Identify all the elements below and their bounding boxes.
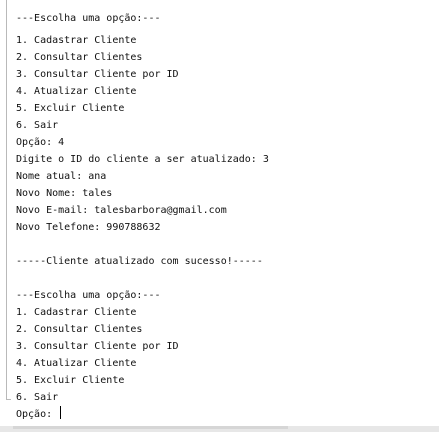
output-gutter-hook [6, 399, 11, 400]
menu-option-2: 2. Consultar Clientes [16, 324, 143, 335]
menu-option-5: 5. Excluir Cliente [16, 375, 125, 386]
menu-option-5: 5. Excluir Cliente [16, 103, 125, 114]
menu-option-1: 1. Cadastrar Cliente [16, 307, 137, 318]
output-gutter-rule [6, 0, 7, 400]
success-message: -----Cliente atualizado com sucesso!----… [16, 256, 263, 267]
menu-option-2: 2. Consultar Clientes [16, 52, 143, 63]
menu-option-4: 4. Atualizar Cliente [16, 86, 137, 97]
new-phone-line: Novo Telefone: 990788632 [16, 222, 161, 233]
menu-option-3: 3. Consultar Cliente por ID [16, 341, 179, 352]
terminal-console[interactable]: ---Escolha uma opção:--- 1. Cadastrar Cl… [0, 0, 439, 432]
text-cursor [60, 406, 62, 419]
option-input-line: Opção: 4 [16, 137, 65, 148]
menu-option-6: 6. Sair [16, 392, 59, 403]
menu-option-3: 3. Consultar Cliente por ID [16, 69, 179, 80]
input-prompt-line[interactable]: Opção: [16, 406, 62, 423]
menu-option-1: 1. Cadastrar Cliente [16, 35, 137, 46]
menu-option-4: 4. Atualizar Cliente [16, 358, 137, 369]
client-id-line: Digite o ID do cliente a ser atualizado:… [16, 154, 269, 165]
new-name-line: Novo Nome: tales [16, 188, 113, 199]
current-name-line: Nome atual: ana [16, 171, 107, 182]
menu-header: ---Escolha uma opção:--- [16, 290, 161, 301]
new-email-line: Novo E-mail: talesbarbora@gmail.com [16, 205, 227, 216]
input-prompt: Opção: [16, 409, 59, 420]
menu-header: ---Escolha uma opção:--- [16, 13, 161, 24]
menu-option-6: 6. Sair [16, 120, 59, 131]
horizontal-scrollbar-thumb[interactable] [13, 426, 288, 429]
